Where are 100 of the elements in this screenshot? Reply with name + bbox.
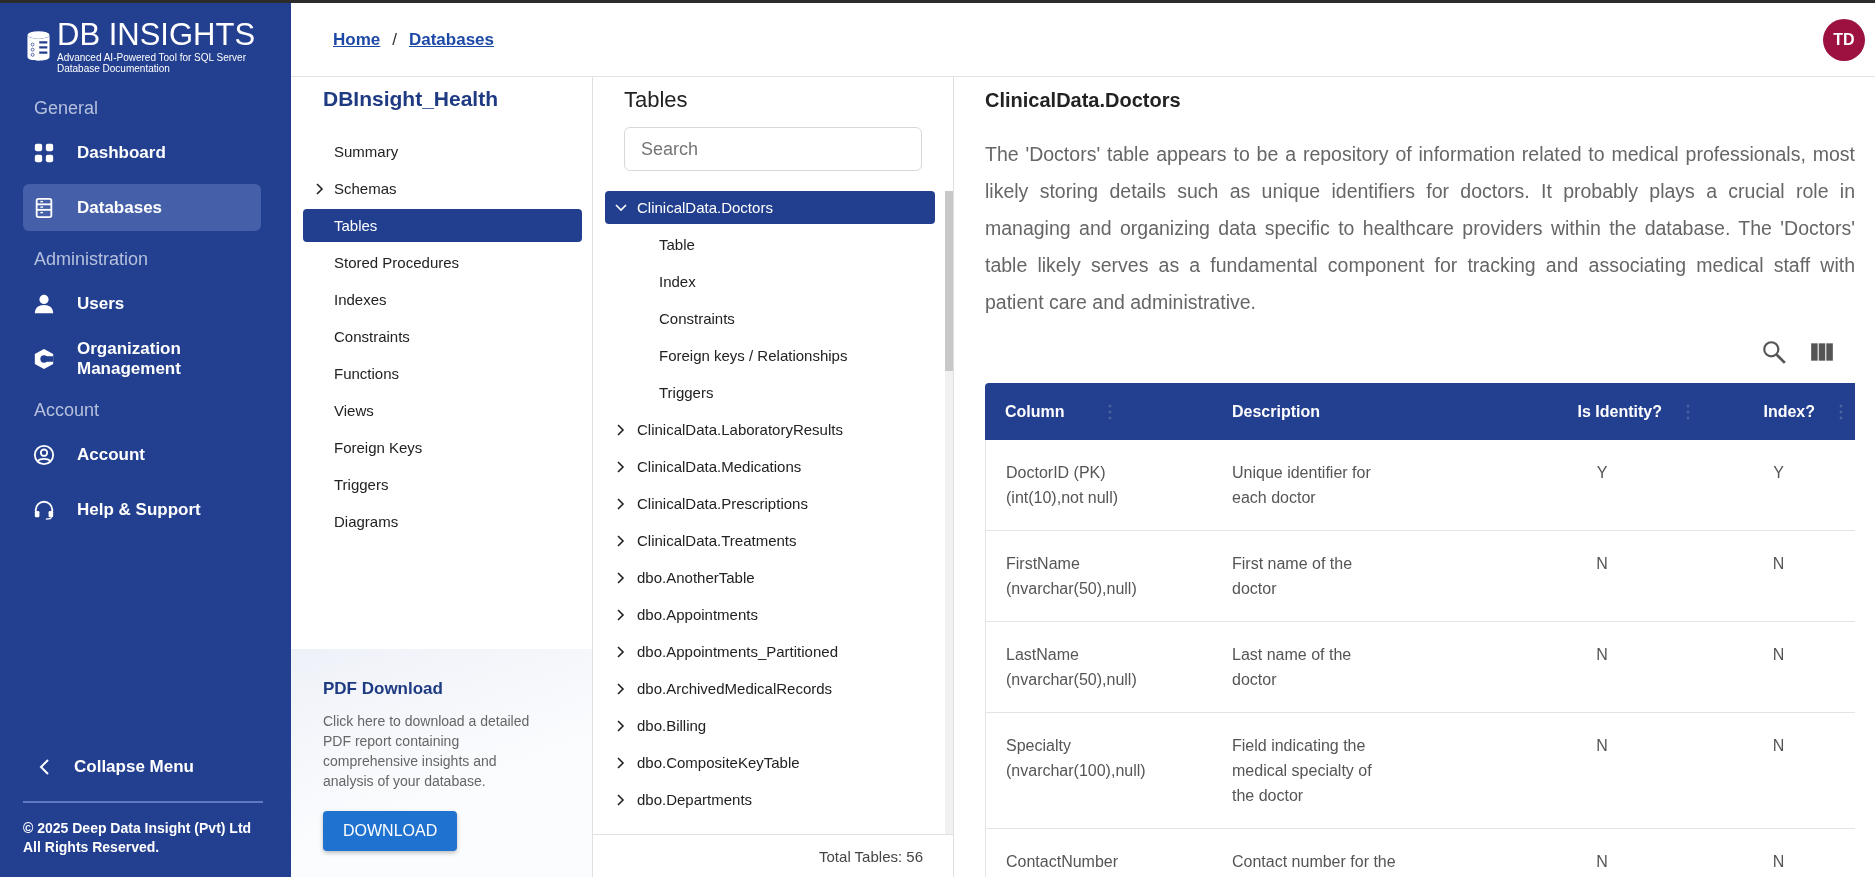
nav-item[interactable]: Foreign Keys xyxy=(303,431,582,464)
table-cell: ContactNumber xyxy=(985,829,1212,877)
scrollbar-thumb[interactable] xyxy=(945,191,953,371)
account-icon xyxy=(33,443,55,466)
table-tree-item[interactable]: ClinicalData.Treatments xyxy=(605,524,935,557)
column-header[interactable]: Description xyxy=(1212,383,1502,440)
tree-child-item[interactable]: Triggers xyxy=(593,376,945,409)
collapse-menu-button[interactable]: Collapse Menu xyxy=(0,757,291,777)
chevron-right-icon xyxy=(615,682,627,695)
headset-icon xyxy=(33,498,55,521)
table-title: ClinicalData.Doctors xyxy=(985,89,1182,112)
table-tree-item[interactable]: ClinicalData.Medications xyxy=(605,450,935,483)
database-icon xyxy=(33,196,55,219)
user-avatar[interactable]: TD xyxy=(1823,18,1865,61)
column-header[interactable]: Column xyxy=(985,383,1212,440)
table-cell: Contact number for the xyxy=(1212,829,1502,877)
table-cell: N xyxy=(1502,622,1702,713)
column-menu-icon[interactable] xyxy=(1839,403,1843,420)
chevron-left-icon xyxy=(38,758,50,776)
total-tables-count: Total Tables: 56 xyxy=(593,834,953,877)
table-cell: N xyxy=(1702,829,1855,877)
column-header[interactable]: Is Identity? xyxy=(1502,383,1702,440)
chevron-right-icon xyxy=(315,182,325,195)
tree-child-item[interactable]: Index xyxy=(593,265,945,298)
table-tree-item[interactable]: dbo.ArchivedMedicalRecords xyxy=(605,672,935,705)
download-button[interactable]: DOWNLOAD xyxy=(323,811,458,851)
database-title: DBInsight_Health xyxy=(322,86,499,112)
table-cell: DoctorID (PK) (int(10),not null) xyxy=(985,440,1212,531)
table-cell: N xyxy=(1502,713,1702,829)
chevron-right-icon xyxy=(615,756,627,769)
nav-item[interactable]: Constraints xyxy=(303,320,582,353)
logo-subtitle: Advanced AI-Powered Tool for SQL Server Database Documentation xyxy=(57,52,247,74)
sidebar-item[interactable]: Users xyxy=(23,280,261,327)
table-cell: Last name of the doctor xyxy=(1212,622,1502,713)
copyright-text: © 2025 Deep Data Insight (Pvt) Ltd All Rights Reserved. xyxy=(22,819,253,857)
sidebar-item[interactable]: Dashboard xyxy=(23,129,261,176)
nav-item[interactable]: Stored Procedures xyxy=(303,246,582,279)
table-tree-item[interactable]: ClinicalData.Doctors xyxy=(605,191,935,224)
table-cell: Y xyxy=(1502,440,1702,531)
tree-child-item[interactable]: Table xyxy=(593,228,945,261)
chevron-right-icon xyxy=(615,423,627,436)
table-tree-item[interactable]: ClinicalData.LaboratoryResults xyxy=(605,413,935,446)
chevron-right-icon xyxy=(615,719,627,732)
user-icon xyxy=(33,292,55,315)
pdf-description: Click here to download a detailed PDF report containing comprehensive insights and analysis of your database. xyxy=(323,712,531,791)
nav-item[interactable]: Diagrams xyxy=(303,505,582,538)
search-field[interactable]: Search xyxy=(624,127,922,171)
table-cell: N xyxy=(1502,531,1702,622)
table-tree-item[interactable]: dbo.AnotherTable xyxy=(605,561,935,594)
table-cell: N xyxy=(1702,713,1855,829)
nav-item[interactable]: Indexes xyxy=(303,283,582,316)
table-tree-item[interactable]: dbo.Departments xyxy=(605,783,935,816)
table-cell: FirstName (nvarchar(50),null) xyxy=(985,531,1212,622)
table-cell: Specialty (nvarchar(100),null) xyxy=(985,713,1212,829)
dashboard-icon xyxy=(33,141,55,164)
chevron-down-icon xyxy=(615,201,627,214)
nav-item[interactable]: Schemas xyxy=(303,172,582,205)
sidebar-item[interactable]: Account xyxy=(23,431,261,478)
chevron-right-icon xyxy=(615,534,627,547)
nav-item[interactable]: Summary xyxy=(303,135,582,168)
section-label: General xyxy=(33,97,100,120)
column-header[interactable]: Index? xyxy=(1702,383,1855,440)
breadcrumb-link[interactable]: Databases xyxy=(408,29,495,50)
column-menu-icon[interactable] xyxy=(1108,403,1112,420)
table-description: The 'Doctors' table appears to be a repository of information related to medical professionals, most likely storing details such as unique identifiers for doctors. It probably plays a crucial role in managing and organizing data specific to healthcare providers within the database. The 'Doctors' table likely serves as a fundamental component for tracking and associating medical staff with patient care and administrative. xyxy=(985,142,1855,315)
sidebar-item[interactable]: Databases xyxy=(23,184,261,231)
nav-item[interactable]: Views xyxy=(303,394,582,427)
table-cell: Y xyxy=(1702,440,1855,531)
table-tree-item[interactable]: dbo.Appointments_Partitioned xyxy=(605,635,935,668)
sidebar-item[interactable]: Organization Management xyxy=(23,335,261,382)
sidebar-item[interactable]: Help & Support xyxy=(23,486,261,533)
table-tree-item[interactable]: dbo.Appointments xyxy=(605,598,935,631)
table-tree-item[interactable]: ClinicalData.Prescriptions xyxy=(605,487,935,520)
column-menu-icon[interactable] xyxy=(1686,403,1690,420)
chevron-right-icon xyxy=(615,793,627,806)
table-cell: N xyxy=(1502,829,1702,877)
nav-item[interactable]: Functions xyxy=(303,357,582,390)
search-icon[interactable] xyxy=(1761,339,1787,365)
nav-item[interactable]: Triggers xyxy=(303,468,582,501)
scrollbar[interactable] xyxy=(945,191,953,834)
breadcrumb-link[interactable]: Home xyxy=(333,29,381,50)
chevron-right-icon xyxy=(615,608,627,621)
chevron-right-icon xyxy=(615,497,627,510)
section-label: Account xyxy=(33,399,101,422)
table-tree-item[interactable]: dbo.Billing xyxy=(605,709,935,742)
table-tree-item[interactable]: dbo.CompositeKeyTable xyxy=(605,746,935,779)
tables-heading: Tables xyxy=(623,86,689,114)
chevron-right-icon xyxy=(615,460,627,473)
table-cell: First name of the doctor xyxy=(1212,531,1502,622)
pdf-title: PDF Download xyxy=(323,679,444,699)
table-cell: LastName (nvarchar(50),null) xyxy=(985,622,1212,713)
logo-title: DB INSIGHTS xyxy=(57,18,257,52)
table-cell: Field indicating the medical specialty of the doctor xyxy=(1212,713,1502,829)
tree-child-item[interactable]: Foreign keys / Relationships xyxy=(593,339,945,372)
chevron-right-icon xyxy=(615,571,627,584)
tree-child-item[interactable]: Constraints xyxy=(593,302,945,335)
hexagon-icon xyxy=(33,347,55,370)
nav-item[interactable]: Tables xyxy=(303,209,582,242)
table-cell: N xyxy=(1702,622,1855,713)
table-cell: N xyxy=(1702,531,1855,622)
